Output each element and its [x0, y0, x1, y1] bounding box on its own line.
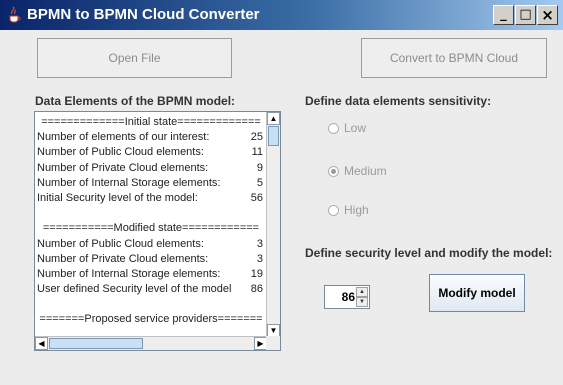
radio-low-label: Low — [344, 121, 367, 135]
radio-high[interactable]: High — [328, 203, 369, 217]
open-file-button[interactable]: Open File — [37, 38, 232, 78]
list-item-label: Number of Public Cloud elements: — [37, 237, 204, 250]
app-window: BPMN to BPMN Cloud Converter _ □ × Open … — [0, 0, 563, 385]
close-button[interactable]: × — [537, 5, 558, 25]
list-item: Number of Public Cloud elements: 11 — [37, 145, 265, 160]
up-arrow-icon[interactable]: ▲ — [267, 112, 280, 125]
list-item: ===========Modified state============ — [37, 221, 265, 236]
left-arrow-icon[interactable]: ◀ — [35, 337, 48, 350]
list-item-label: User defined Security level of the model… — [37, 283, 231, 296]
sensitivity-heading: Define data elements sensitivity: — [305, 94, 492, 108]
list-item-label: Number of elements of our interest: — [37, 131, 210, 144]
radio-high-label: High — [344, 203, 369, 217]
list-item: Number of Public Cloud elements: 3 — [37, 237, 265, 252]
radio-medium-label: Medium — [344, 164, 387, 178]
radio-medium[interactable]: Medium — [328, 164, 387, 178]
list-item-value: 25 — [250, 131, 263, 144]
spinner-down-icon[interactable]: ▼ — [356, 297, 368, 307]
list-item: =======Proposed service providers======= — [37, 312, 265, 327]
list-item-value: 3 — [256, 237, 263, 250]
convert-button[interactable]: Convert to BPMN Cloud — [361, 38, 547, 78]
vertical-scroll-thumb[interactable] — [268, 126, 279, 146]
radio-low-indicator[interactable] — [328, 122, 339, 134]
list-item-label: Number of Private Cloud elements: — [37, 161, 209, 174]
window-title: BPMN to BPMN Cloud Converter — [27, 6, 260, 23]
list-item-value: 56 — [250, 191, 263, 204]
list-item: User defined Security level of the model… — [37, 282, 265, 297]
data-elements-lines: =============Initial state============= N… — [37, 115, 265, 328]
list-item: Number of Private Cloud elements: 3 — [37, 252, 265, 267]
radio-high-indicator[interactable] — [328, 204, 339, 216]
horizontal-scroll-thumb[interactable] — [49, 338, 143, 349]
radio-low[interactable]: Low — [328, 121, 366, 135]
list-item: =============Initial state============= — [37, 115, 265, 130]
java-coffee-icon — [6, 6, 24, 24]
data-elements-list[interactable]: =============Initial state============= N… — [34, 111, 281, 351]
list-item-label: ===========Modified state============ — [42, 222, 260, 235]
minimize-button[interactable]: _ — [493, 5, 514, 25]
list-item-value: 11 — [251, 146, 263, 159]
spinner-up-icon[interactable]: ▲ — [356, 287, 368, 297]
title-bar[interactable]: BPMN to BPMN Cloud Converter _ □ × — [0, 0, 563, 30]
radio-medium-indicator[interactable] — [328, 165, 339, 177]
list-item: Initial Security level of the model: 56 — [37, 191, 265, 206]
data-elements-heading: Data Elements of the BPMN model: — [35, 94, 236, 108]
list-item-value: 5 — [256, 176, 263, 189]
scroll-corner — [266, 336, 280, 350]
vertical-scrollbar[interactable]: ▲ ▼ — [266, 112, 280, 337]
list-item: Number of elements of our interest: 25 — [37, 130, 265, 145]
security-heading: Define security level and modify the mod… — [305, 246, 553, 260]
maximize-button[interactable]: □ — [515, 5, 536, 25]
list-item-label: Number of Internal Storage elements: — [37, 267, 221, 280]
modify-model-button[interactable]: Modify model — [429, 274, 525, 312]
list-item-label: Number of Private Cloud elements: — [37, 252, 209, 265]
list-item-label: Initial Security level of the model: — [37, 191, 198, 204]
list-item-value: 3 — [256, 252, 263, 265]
horizontal-scrollbar[interactable]: ◀ ▶ — [35, 336, 267, 350]
list-item-value: 9 — [256, 161, 263, 174]
list-item — [37, 206, 265, 221]
list-item-label: =======Proposed service providers======= — [39, 313, 263, 326]
list-item — [37, 297, 265, 312]
security-level-spinner[interactable]: 86 ▲ ▼ — [324, 285, 370, 309]
list-item-label: Number of Internal Storage elements: — [37, 176, 221, 189]
list-item-label: Number of Public Cloud elements: — [37, 146, 204, 159]
list-item: Number of Internal Storage elements: 19 — [37, 267, 265, 282]
list-item-label: =============Initial state============= — [41, 116, 261, 128]
security-level-value[interactable]: 86 — [327, 290, 355, 304]
list-item: Number of Internal Storage elements: 5 — [37, 176, 265, 191]
list-item: Number of Private Cloud elements: 9 — [37, 161, 265, 176]
list-item-value: 86 — [250, 283, 263, 296]
list-item-value: 19 — [250, 267, 263, 280]
